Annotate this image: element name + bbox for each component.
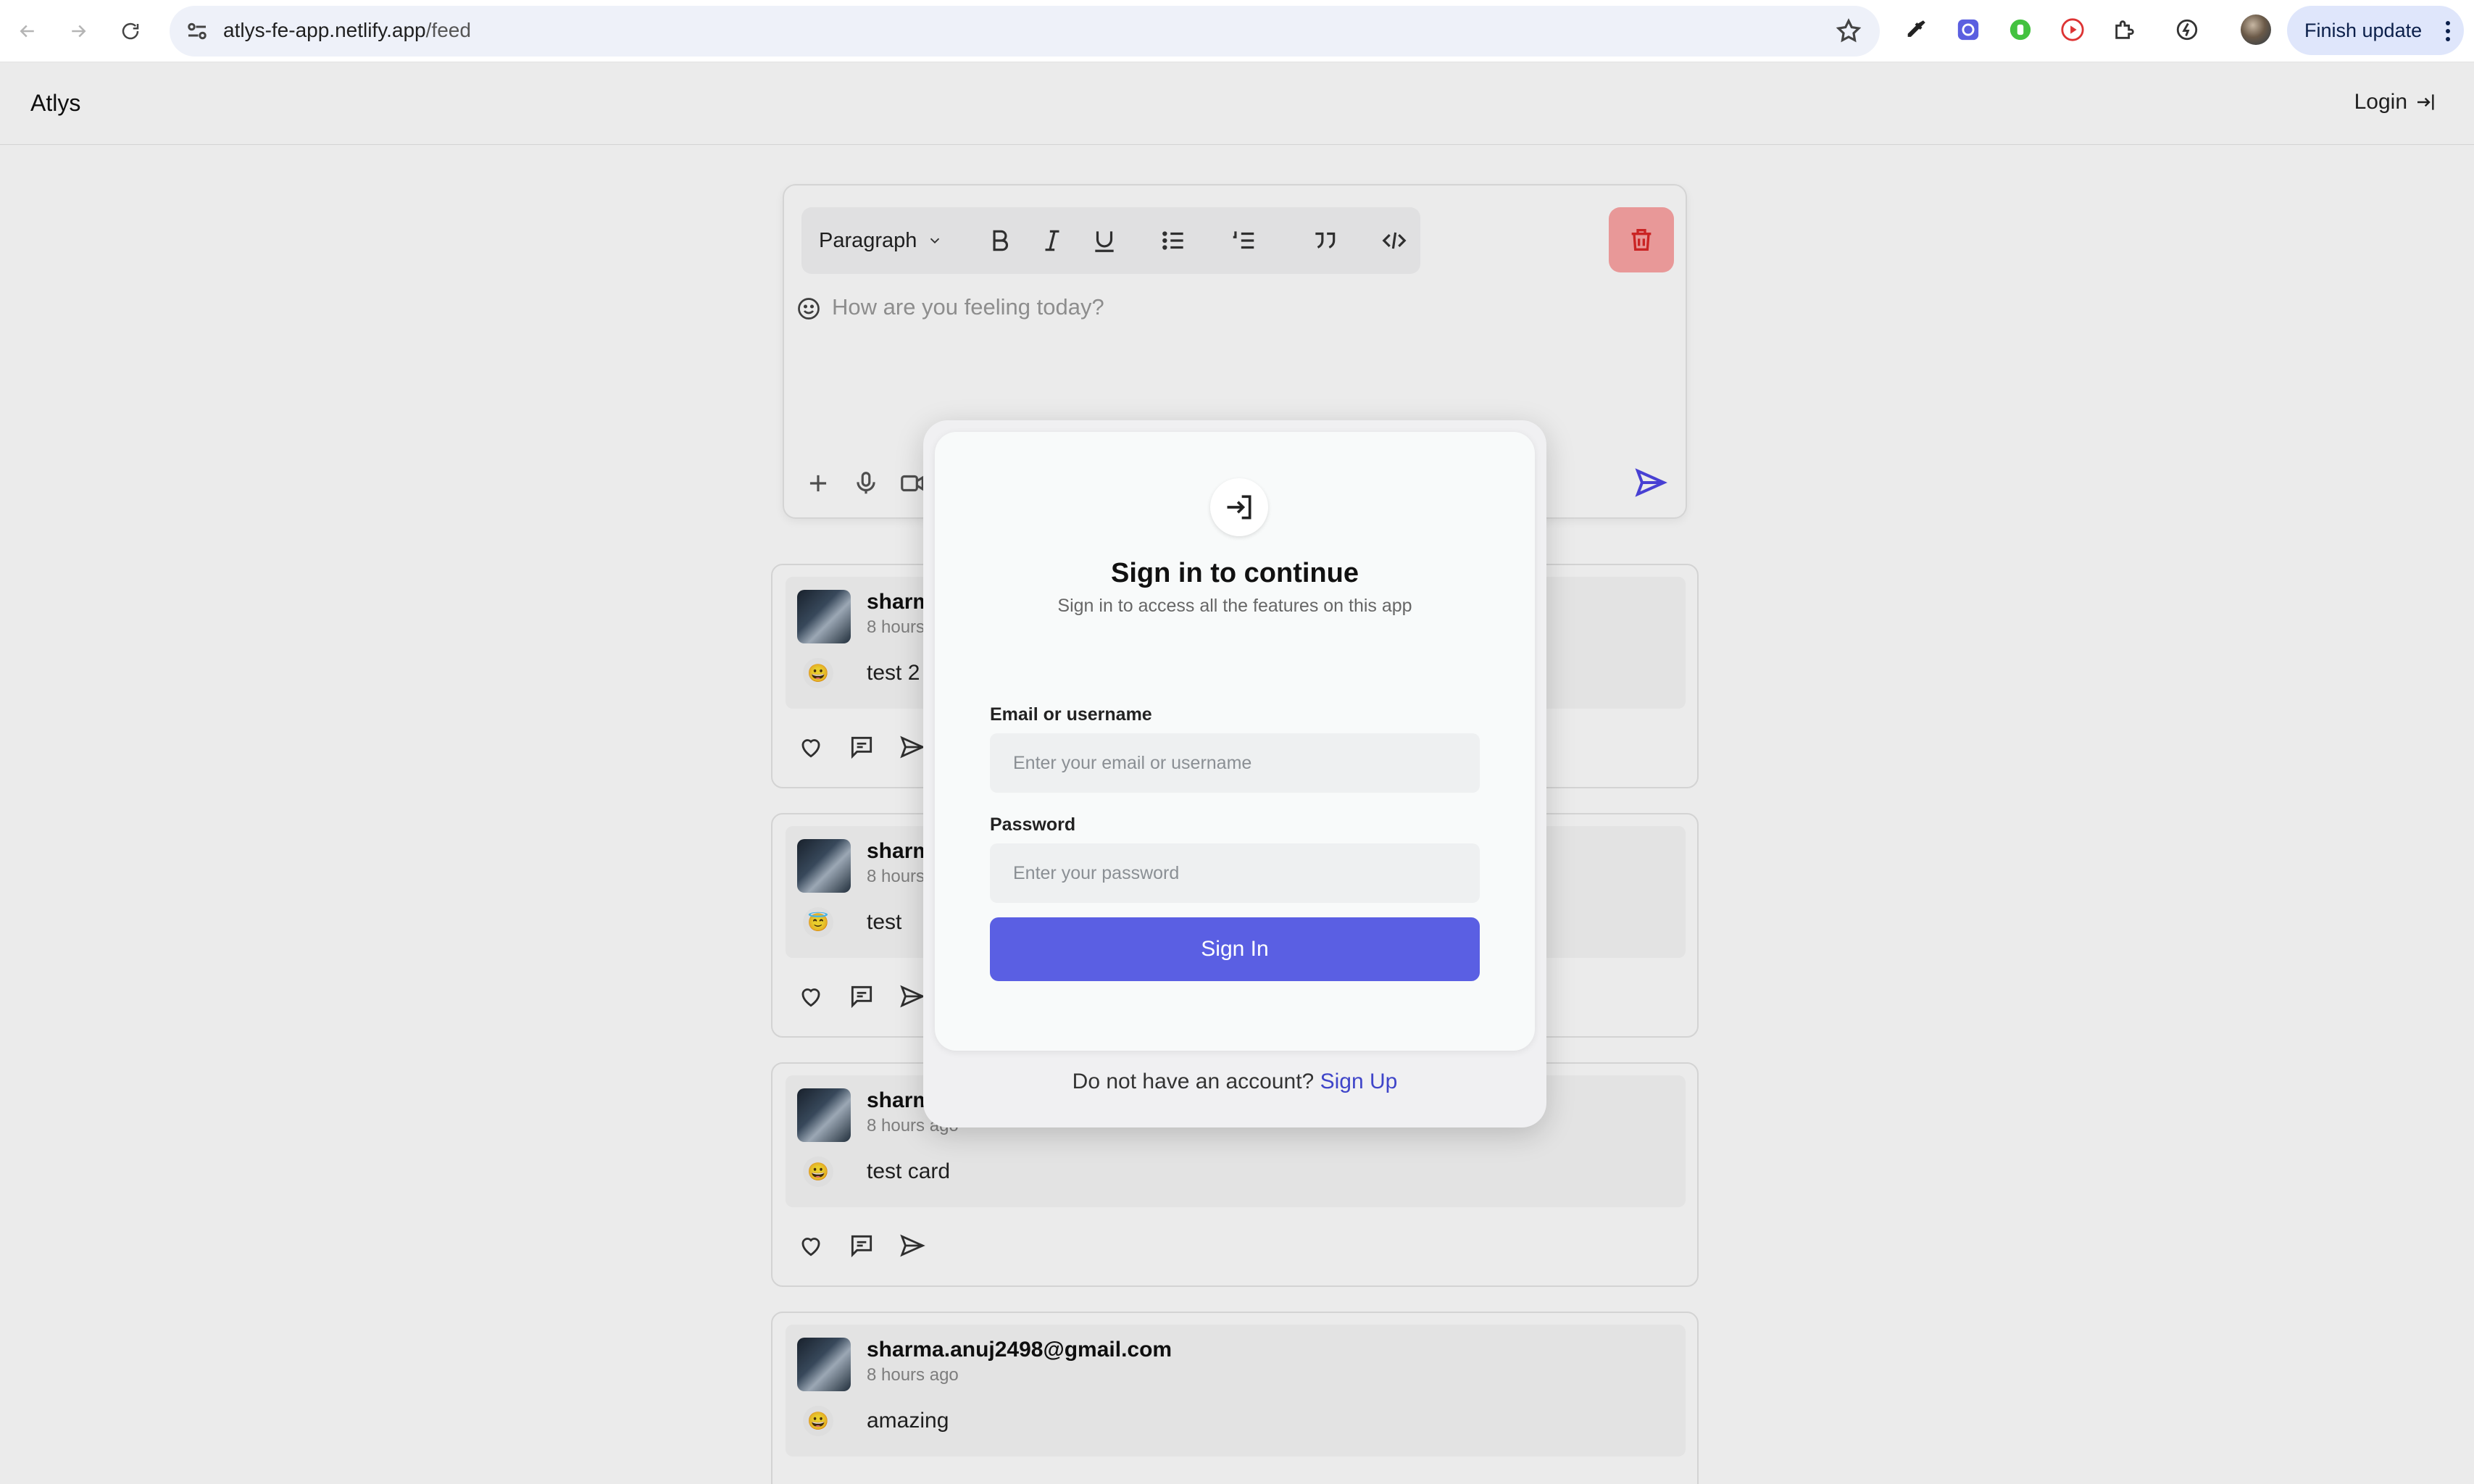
- email-field[interactable]: [990, 733, 1480, 793]
- sign-in-modal: Sign in to continue Sign in to access al…: [923, 420, 1546, 1127]
- forward-icon[interactable]: [62, 15, 94, 47]
- modal-title: Sign in to continue: [1111, 558, 1359, 588]
- modal-subtitle: Sign in to access all the features on th…: [1057, 596, 1412, 616]
- extension-blue-icon[interactable]: [1952, 14, 1984, 46]
- extension-record-icon[interactable]: [2057, 14, 2088, 46]
- sign-in-card: Sign in to continue Sign in to access al…: [935, 432, 1535, 1051]
- eyedropper-icon[interactable]: [1900, 14, 1932, 46]
- browser-toolbar: atlys-fe-app.netlify.app/feed Finish upd…: [0, 0, 2474, 62]
- url-text: atlys-fe-app.netlify.app/feed: [223, 19, 471, 42]
- extension-green-icon[interactable]: [2004, 14, 2036, 46]
- back-icon[interactable]: [12, 15, 43, 47]
- signup-prompt: Do not have an account?: [1072, 1070, 1315, 1093]
- password-label: Password: [990, 814, 1076, 835]
- signup-prompt-row: Do not have an account? Sign Up: [923, 1070, 1546, 1094]
- finish-update-label: Finish update: [2304, 19, 2423, 41]
- url-host: atlys-fe-app.netlify.app: [223, 19, 426, 41]
- url-path: /feed: [425, 19, 471, 41]
- site-info-icon[interactable]: [184, 18, 210, 44]
- extensions-puzzle-icon[interactable]: [2109, 14, 2141, 46]
- profile-avatar-icon[interactable]: [2241, 14, 2271, 45]
- reload-icon[interactable]: [114, 15, 146, 47]
- finish-update-button[interactable]: Finish update: [2287, 6, 2464, 55]
- password-field[interactable]: [990, 843, 1480, 903]
- bookmark-star-icon[interactable]: [1835, 17, 1862, 45]
- sign-up-link[interactable]: Sign Up: [1320, 1070, 1398, 1093]
- performance-icon[interactable]: [2171, 14, 2203, 46]
- more-menu-icon[interactable]: [2445, 20, 2451, 42]
- login-icon: [1210, 478, 1268, 536]
- address-bar[interactable]: atlys-fe-app.netlify.app/feed: [170, 6, 1880, 57]
- sign-in-button[interactable]: Sign In: [990, 917, 1480, 981]
- email-label: Email or username: [990, 704, 1152, 725]
